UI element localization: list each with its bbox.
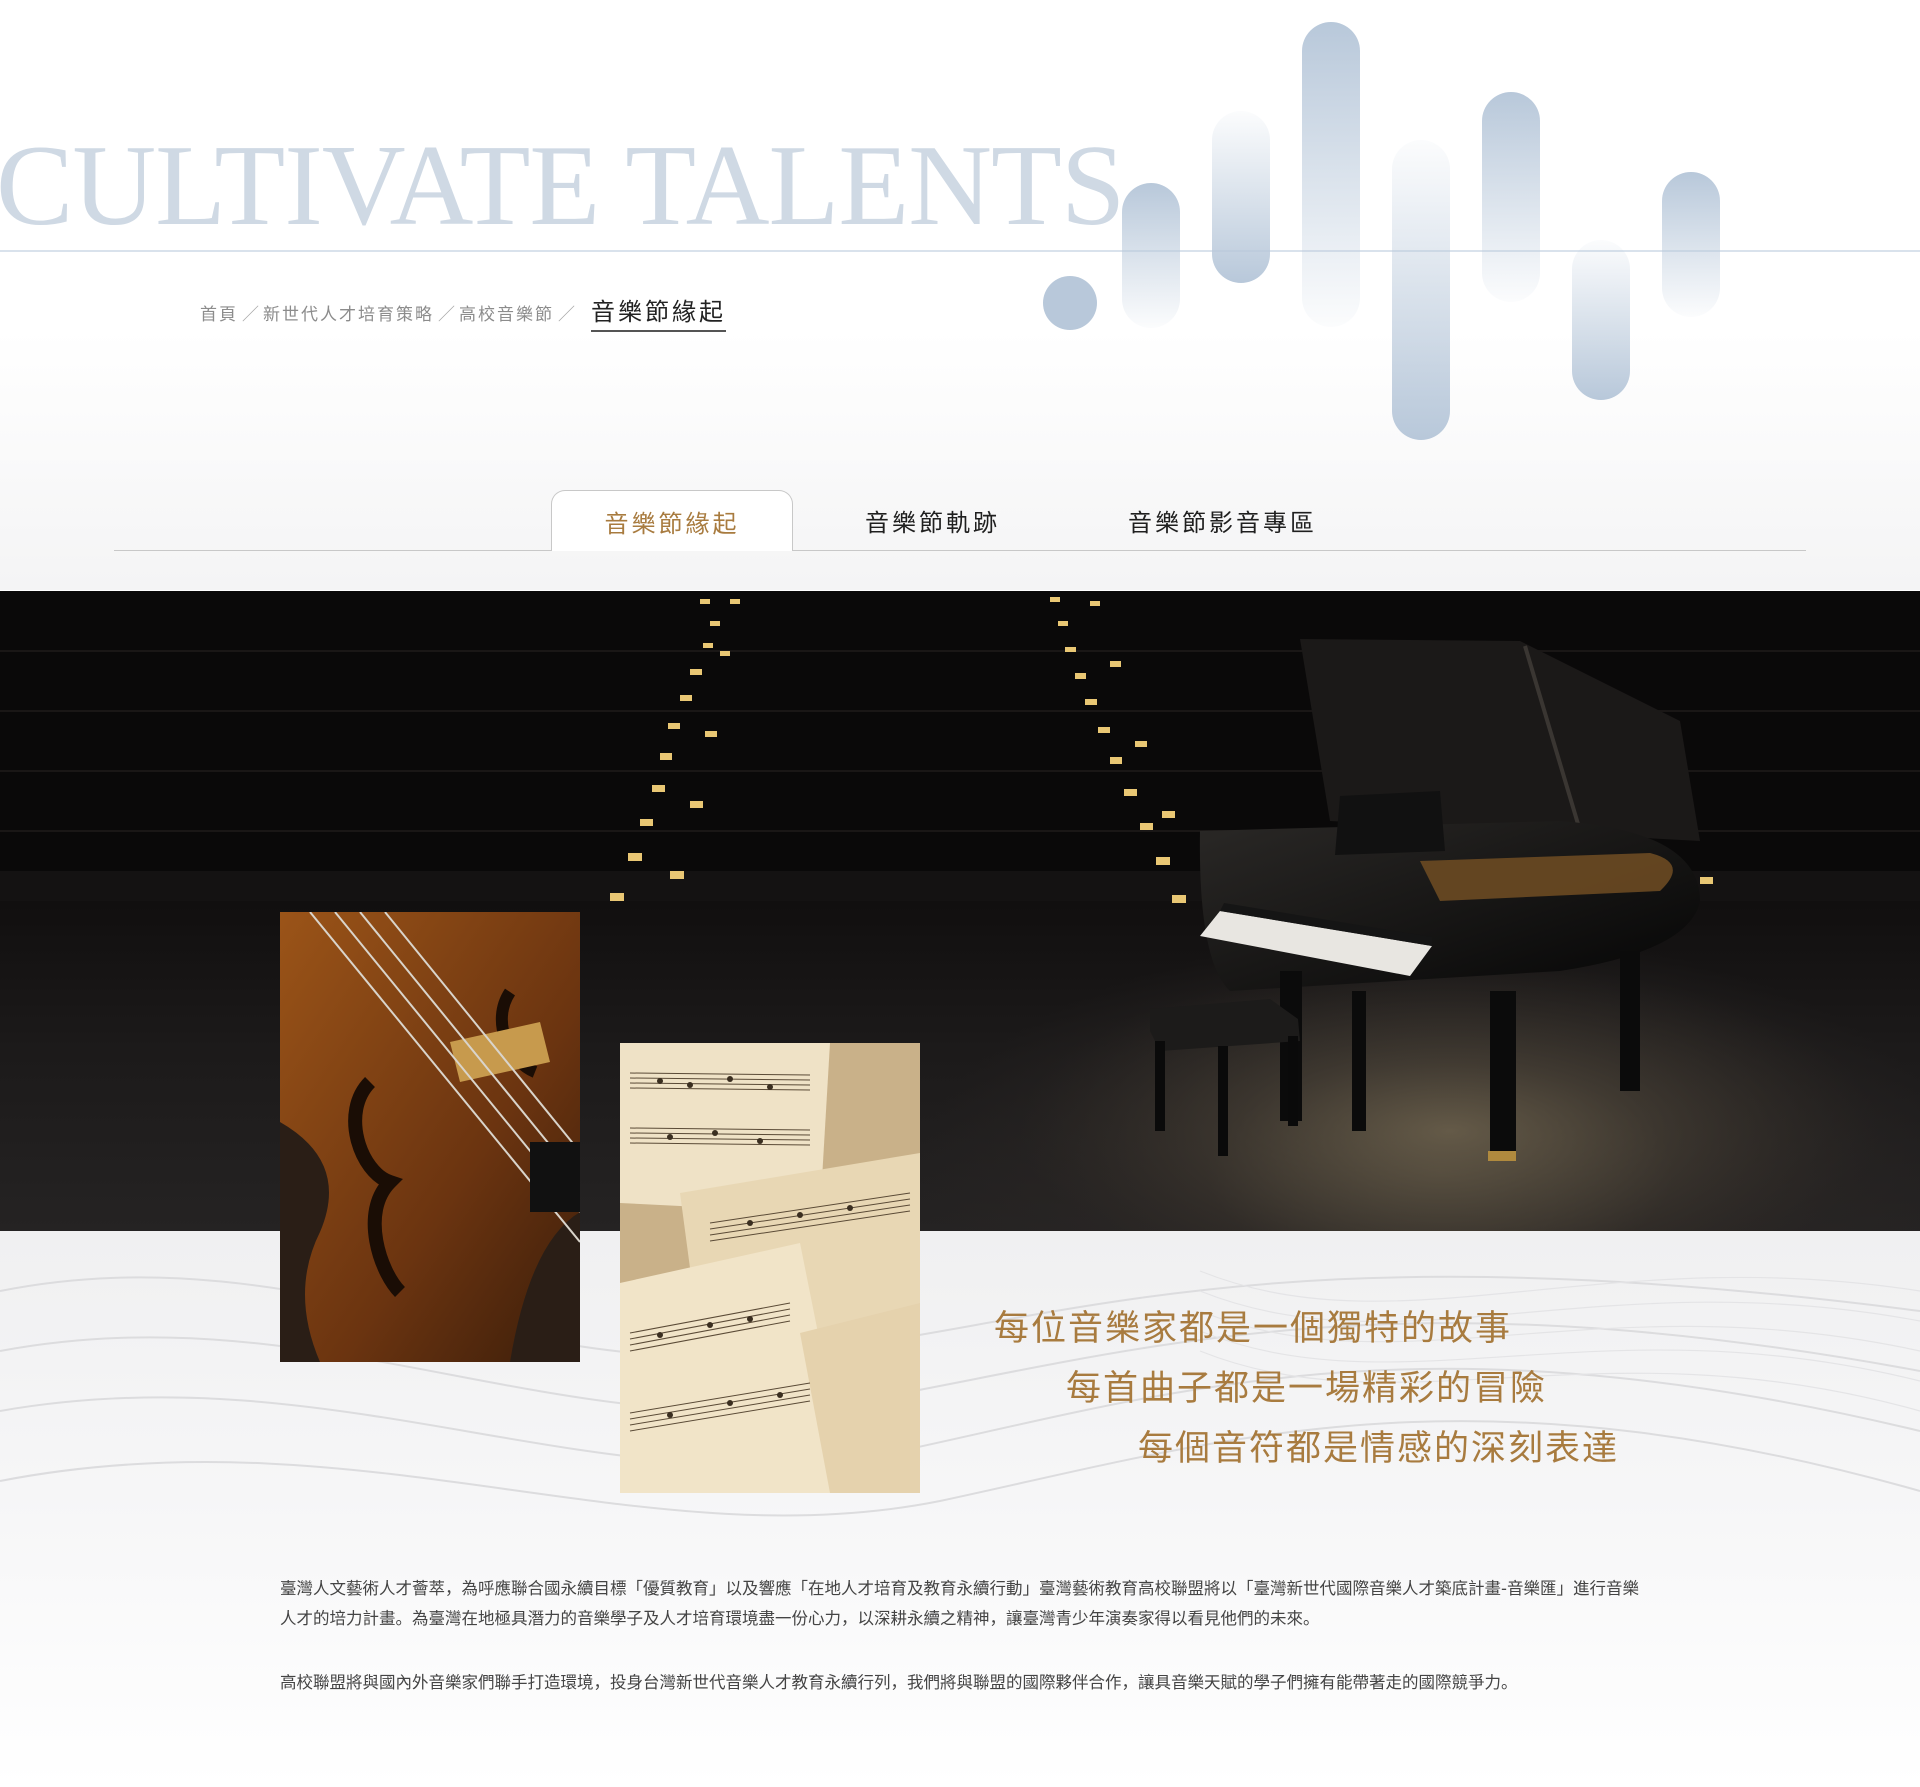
- breadcrumb-separator: ／: [438, 304, 455, 325]
- sheet-music-photo: [620, 1043, 920, 1493]
- slogan-line-1: 每位音樂家都是一個獨特的故事: [994, 1309, 1513, 1349]
- breadcrumb-separator: ／: [242, 304, 259, 325]
- breadcrumb-separator: ／: [558, 304, 575, 325]
- intro-paragraph-1: 臺灣人文藝術人才薈萃，為呼應聯合國永續目標「優質教育」以及響應「在地人才培育及教…: [280, 1579, 1639, 1628]
- breadcrumb-strategy-link[interactable]: 新世代人才培育策略: [263, 300, 434, 325]
- tab-festival-history[interactable]: 音樂節軌跡: [830, 490, 1035, 551]
- breadcrumb-festival-link[interactable]: 高校音樂節: [459, 300, 554, 325]
- violin-photo: [280, 912, 580, 1362]
- slogan-line-3: 每個音符都是情感的深刻表達: [1138, 1429, 1620, 1469]
- sheet-music-image: [620, 1043, 920, 1493]
- slogan-line-2: 每首曲子都是一場精彩的冒險: [1066, 1369, 1548, 1409]
- violin-image: [280, 912, 580, 1362]
- tab-festival-media[interactable]: 音樂節影音專區: [1100, 490, 1345, 551]
- breadcrumb: 首頁 ／ 新世代人才培育策略 ／ 高校音樂節 ／ 音樂節緣起: [200, 292, 726, 332]
- breadcrumb-home-link[interactable]: 首頁: [200, 300, 238, 325]
- hero-title: CULTIVATE TALENTS: [0, 122, 1125, 250]
- tab-festival-origin[interactable]: 音樂節緣起: [551, 490, 793, 551]
- intro-paragraph-2: 高校聯盟將與國內外音樂家們聯手打造環境，投身台灣新世代音樂人才教育永續行列，我們…: [280, 1673, 1518, 1692]
- breadcrumb-current: 音樂節緣起: [591, 292, 726, 332]
